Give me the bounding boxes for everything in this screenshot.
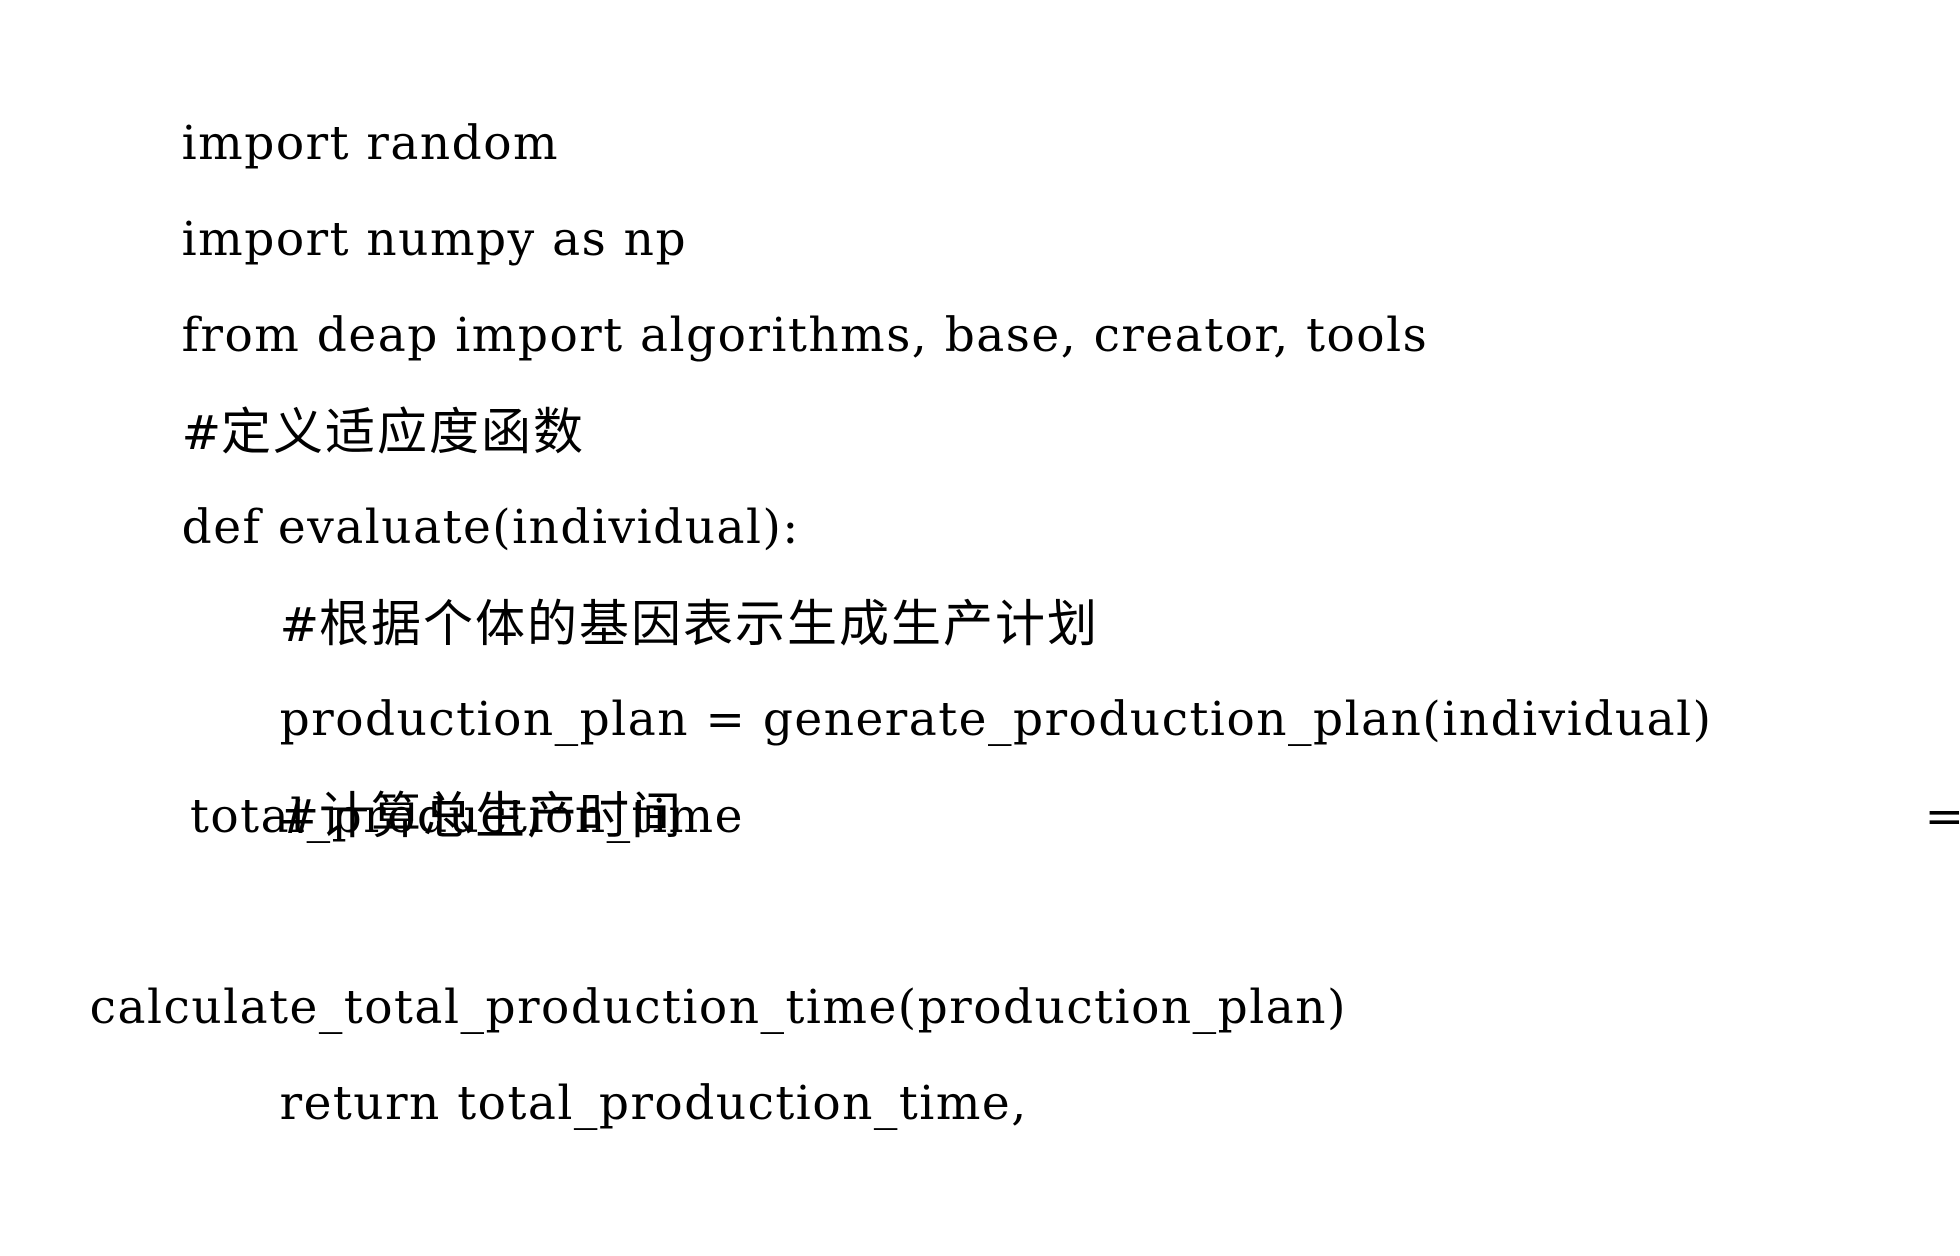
- code-line-def-evaluate: def evaluate(individual):: [0, 384, 1960, 555]
- code-line-import-numpy: import numpy as np: [0, 96, 1960, 267]
- code-line-assign-total-time-wrap: calculate_total_production_time(producti…: [0, 864, 1960, 1035]
- page-canvas: import random import numpy as np from de…: [0, 0, 1960, 1256]
- assignment-operator: =: [1924, 788, 1960, 844]
- code-line-assign-production-plan: production_plan = generate_production_pl…: [0, 576, 1960, 747]
- code-listing: import random import numpy as np from de…: [0, 0, 1960, 1131]
- comment-line-generate-plan: #根据个体的基因表示生成生产计划: [0, 480, 1960, 653]
- comment-hash-marker: #: [279, 790, 320, 845]
- code-line-text: return total_production_time,: [279, 1076, 1028, 1131]
- code-line-from-deap-import: from deap import algorithms, base, creat…: [0, 192, 1960, 363]
- comment-text: 计算总生产时间: [319, 787, 684, 845]
- code-line-return-total-time: return total_production_time,: [0, 960, 1960, 1131]
- code-line-import-random: import random: [0, 0, 1960, 171]
- comment-line-define-fitness: #定义适应度函数: [0, 288, 1960, 461]
- comment-line-calc-total-time: #计算总生产时间: [0, 672, 1960, 845]
